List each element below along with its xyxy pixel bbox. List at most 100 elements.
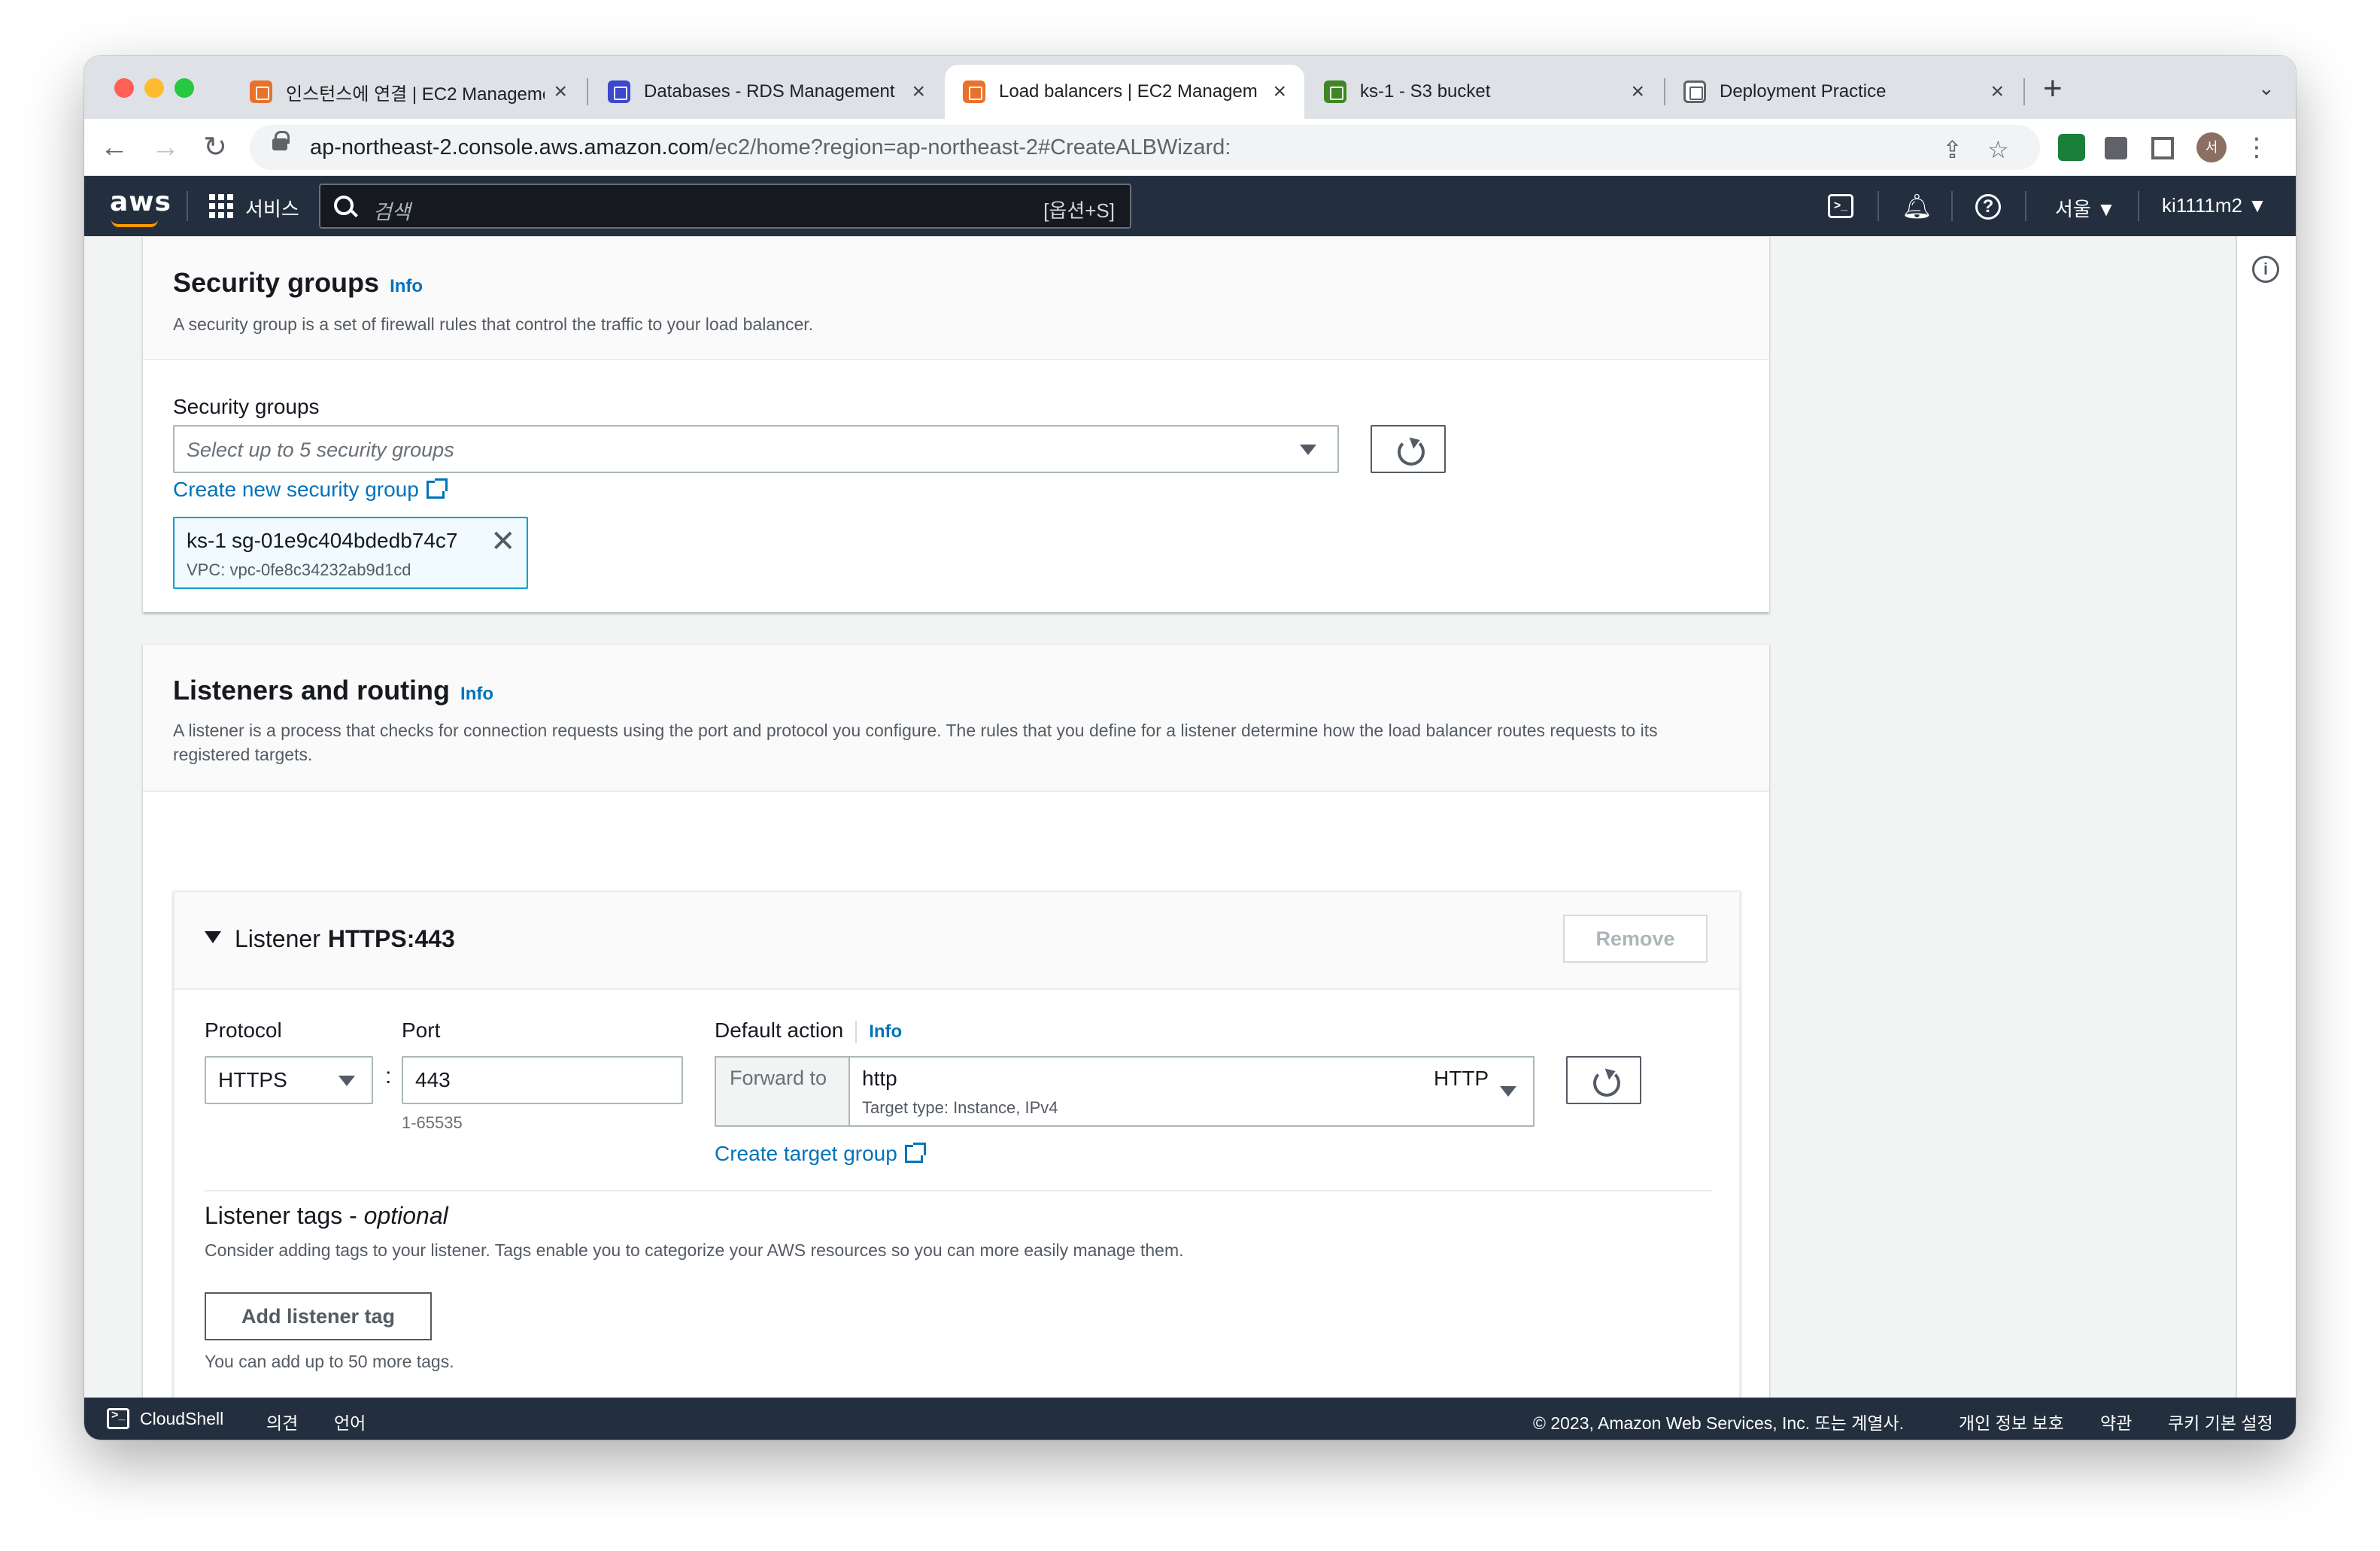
browser-tab-rds[interactable]: Databases - RDS Management × bbox=[590, 65, 943, 119]
target-group-select[interactable]: http Target type: Instance, IPv4 HTTP bbox=[848, 1056, 1535, 1127]
nav-divider bbox=[2025, 191, 2026, 221]
dropdown-caret-icon bbox=[1300, 445, 1316, 455]
security-groups-title: Security groups bbox=[173, 267, 380, 298]
remove-listener-button[interactable]: Remove bbox=[1563, 915, 1708, 963]
address-bar[interactable]: ap-northeast-2.console.aws.amazon.com/ec… bbox=[250, 125, 2040, 170]
help-icon[interactable]: ? bbox=[1975, 194, 2001, 220]
close-tab-icon[interactable]: × bbox=[1990, 79, 2004, 105]
security-groups-field-label: Security groups bbox=[173, 395, 320, 418]
ec2-favicon-icon bbox=[963, 80, 985, 103]
share-icon[interactable]: ⇪ bbox=[1942, 135, 1963, 164]
help-panel-rail: i bbox=[2236, 236, 2296, 1398]
footer-cookies-link[interactable]: 쿠키 기본 설정 bbox=[2168, 1409, 2273, 1434]
notifications-bell-icon[interactable]: 🔔︎ bbox=[1902, 191, 1932, 221]
bookmark-star-icon[interactable]: ☆ bbox=[1987, 135, 2009, 164]
close-tab-icon[interactable]: × bbox=[912, 79, 925, 105]
remove-token-icon[interactable]: ✕ bbox=[490, 524, 516, 559]
browser-tab-ec2-connect[interactable]: 인스턴스에 연결 | EC2 Manageme × bbox=[232, 65, 585, 119]
close-tab-icon[interactable]: × bbox=[1273, 79, 1286, 105]
url-path: /ec2/home?region=ap-northeast-2#CreateAL… bbox=[709, 135, 1231, 159]
refresh-security-groups-button[interactable] bbox=[1371, 425, 1446, 473]
selected-security-group-token: ks-1 sg-01e9c404bdedb74c7 VPC: vpc-0fe8c… bbox=[173, 517, 528, 589]
refresh-target-groups-button[interactable] bbox=[1566, 1056, 1641, 1104]
target-group-name: http bbox=[862, 1067, 897, 1090]
browser-menu-icon[interactable]: ⋮ bbox=[2237, 128, 2276, 167]
security-groups-info-link[interactable]: Info bbox=[390, 276, 423, 296]
target-type: Target type: Instance, IPv4 bbox=[862, 1098, 1058, 1117]
cloudshell-footer-icon[interactable] bbox=[107, 1408, 129, 1429]
region-selector[interactable]: 서울 ▼ bbox=[2055, 194, 2116, 222]
browser-tab-deployment[interactable]: Deployment Practice × bbox=[1665, 65, 2022, 119]
listener-name: HTTPS:443 bbox=[327, 925, 455, 952]
security-groups-select[interactable]: Select up to 5 security groups bbox=[173, 425, 1339, 473]
security-groups-placeholder: Select up to 5 security groups bbox=[187, 439, 454, 461]
translate-extension-icon[interactable] bbox=[2058, 134, 2085, 161]
close-tab-icon[interactable]: × bbox=[554, 79, 567, 105]
security-groups-description: A security group is a set of firewall ru… bbox=[173, 314, 814, 334]
footer-privacy-link[interactable]: 개인 정보 보호 bbox=[1959, 1409, 2064, 1434]
nav-divider bbox=[1878, 191, 1879, 221]
listener-tags-optional: optional bbox=[363, 1202, 448, 1229]
external-link-icon bbox=[904, 1143, 926, 1163]
search-input[interactable]: 검색 [옵션+S] bbox=[319, 184, 1131, 229]
create-security-group-link[interactable]: Create new security group bbox=[173, 478, 448, 502]
services-menu[interactable]: 서비스 bbox=[245, 194, 299, 222]
maximize-window-button[interactable] bbox=[175, 78, 194, 98]
security-groups-header: Security groups Info A security group is … bbox=[143, 237, 1769, 360]
tab-search-chevron-icon[interactable]: ⌄ bbox=[2258, 77, 2275, 100]
browser-toolbar: ← → ↻ ap-northeast-2.console.aws.amazon.… bbox=[84, 119, 2296, 176]
listeners-title: Listeners and routing bbox=[173, 675, 451, 706]
footer-copyright: © 2023, Amazon Web Services, Inc. 또는 계열사… bbox=[1533, 1413, 1905, 1433]
forward-arrow-icon[interactable]: → bbox=[146, 128, 185, 167]
footer-cloudshell[interactable]: CloudShell bbox=[140, 1409, 223, 1429]
browser-tab-load-balancers[interactable]: Load balancers | EC2 Managem × bbox=[945, 65, 1304, 119]
listeners-info-link[interactable]: Info bbox=[460, 684, 493, 704]
protocol-select[interactable]: HTTPS bbox=[205, 1056, 373, 1104]
cloudshell-icon[interactable]: >_ bbox=[1828, 194, 1853, 218]
account-menu[interactable]: ki1111m2 ▼ bbox=[2162, 194, 2267, 217]
rds-favicon-icon bbox=[608, 80, 630, 103]
add-listener-tag-button[interactable]: Add listener tag bbox=[205, 1292, 432, 1340]
listener-label: Listener bbox=[235, 925, 320, 952]
token-sg-id: sg-01e9c404bdedb74c7 bbox=[232, 529, 458, 552]
footer-language[interactable]: 언어 bbox=[334, 1409, 366, 1434]
listener-card: Listener HTTPS:443 Remove Protocol HTTPS … bbox=[173, 891, 1741, 1398]
forward-to-label: Forward to bbox=[715, 1056, 848, 1127]
port-label: Port bbox=[402, 1018, 441, 1042]
tab-strip: 인스턴스에 연결 | EC2 Manageme × Databases - RD… bbox=[84, 56, 2296, 119]
close-tab-icon[interactable]: × bbox=[1631, 79, 1644, 105]
side-panel-icon[interactable] bbox=[2151, 137, 2174, 159]
aws-logo[interactable]: aws bbox=[110, 187, 172, 217]
search-icon bbox=[334, 196, 354, 215]
s3-favicon-icon bbox=[1324, 80, 1346, 103]
ec2-favicon-icon bbox=[250, 80, 272, 103]
default-action-info-link[interactable]: Info bbox=[869, 1021, 902, 1042]
token-vpc: VPC: vpc-0fe8c34232ab9d1cd bbox=[187, 560, 411, 579]
port-input[interactable]: 443 bbox=[402, 1056, 683, 1104]
default-action-label: Default action bbox=[715, 1018, 844, 1042]
create-target-group-link[interactable]: Create target group bbox=[715, 1142, 926, 1166]
extensions-puzzle-icon[interactable] bbox=[2105, 137, 2127, 159]
port-range-hint: 1-65535 bbox=[402, 1113, 463, 1132]
info-panel-icon[interactable]: i bbox=[2252, 256, 2279, 283]
profile-avatar[interactable]: 서 bbox=[2196, 132, 2227, 162]
protocol-value: HTTPS bbox=[218, 1068, 287, 1091]
collapse-triangle-icon[interactable] bbox=[205, 931, 221, 943]
footer-terms-link[interactable]: 약관 bbox=[2100, 1409, 2132, 1434]
back-arrow-icon[interactable]: ← bbox=[95, 128, 134, 167]
token-sg-name: ks-1 bbox=[187, 529, 226, 552]
dropdown-caret-icon bbox=[1500, 1086, 1516, 1097]
url-host: ap-northeast-2.console.aws.amazon.com bbox=[310, 135, 709, 159]
listeners-header: Listeners and routing Info A listener is … bbox=[143, 645, 1769, 792]
tab-separator bbox=[587, 78, 588, 105]
tab-separator bbox=[2023, 78, 2025, 105]
footer-feedback[interactable]: 의견 bbox=[266, 1409, 298, 1434]
reload-icon[interactable]: ↻ bbox=[196, 128, 235, 167]
tags-limit-hint: You can add up to 50 more tags. bbox=[205, 1352, 454, 1371]
new-tab-icon[interactable]: + bbox=[2043, 72, 2063, 105]
services-grid-icon[interactable] bbox=[209, 194, 233, 218]
aws-top-nav: aws 서비스 검색 [옵션+S] >_ 🔔︎ ? 서울 ▼ ki1111m2 … bbox=[84, 176, 2296, 236]
close-window-button[interactable] bbox=[114, 78, 134, 98]
minimize-window-button[interactable] bbox=[144, 78, 164, 98]
browser-tab-s3[interactable]: ks-1 - S3 bucket × bbox=[1306, 65, 1662, 119]
